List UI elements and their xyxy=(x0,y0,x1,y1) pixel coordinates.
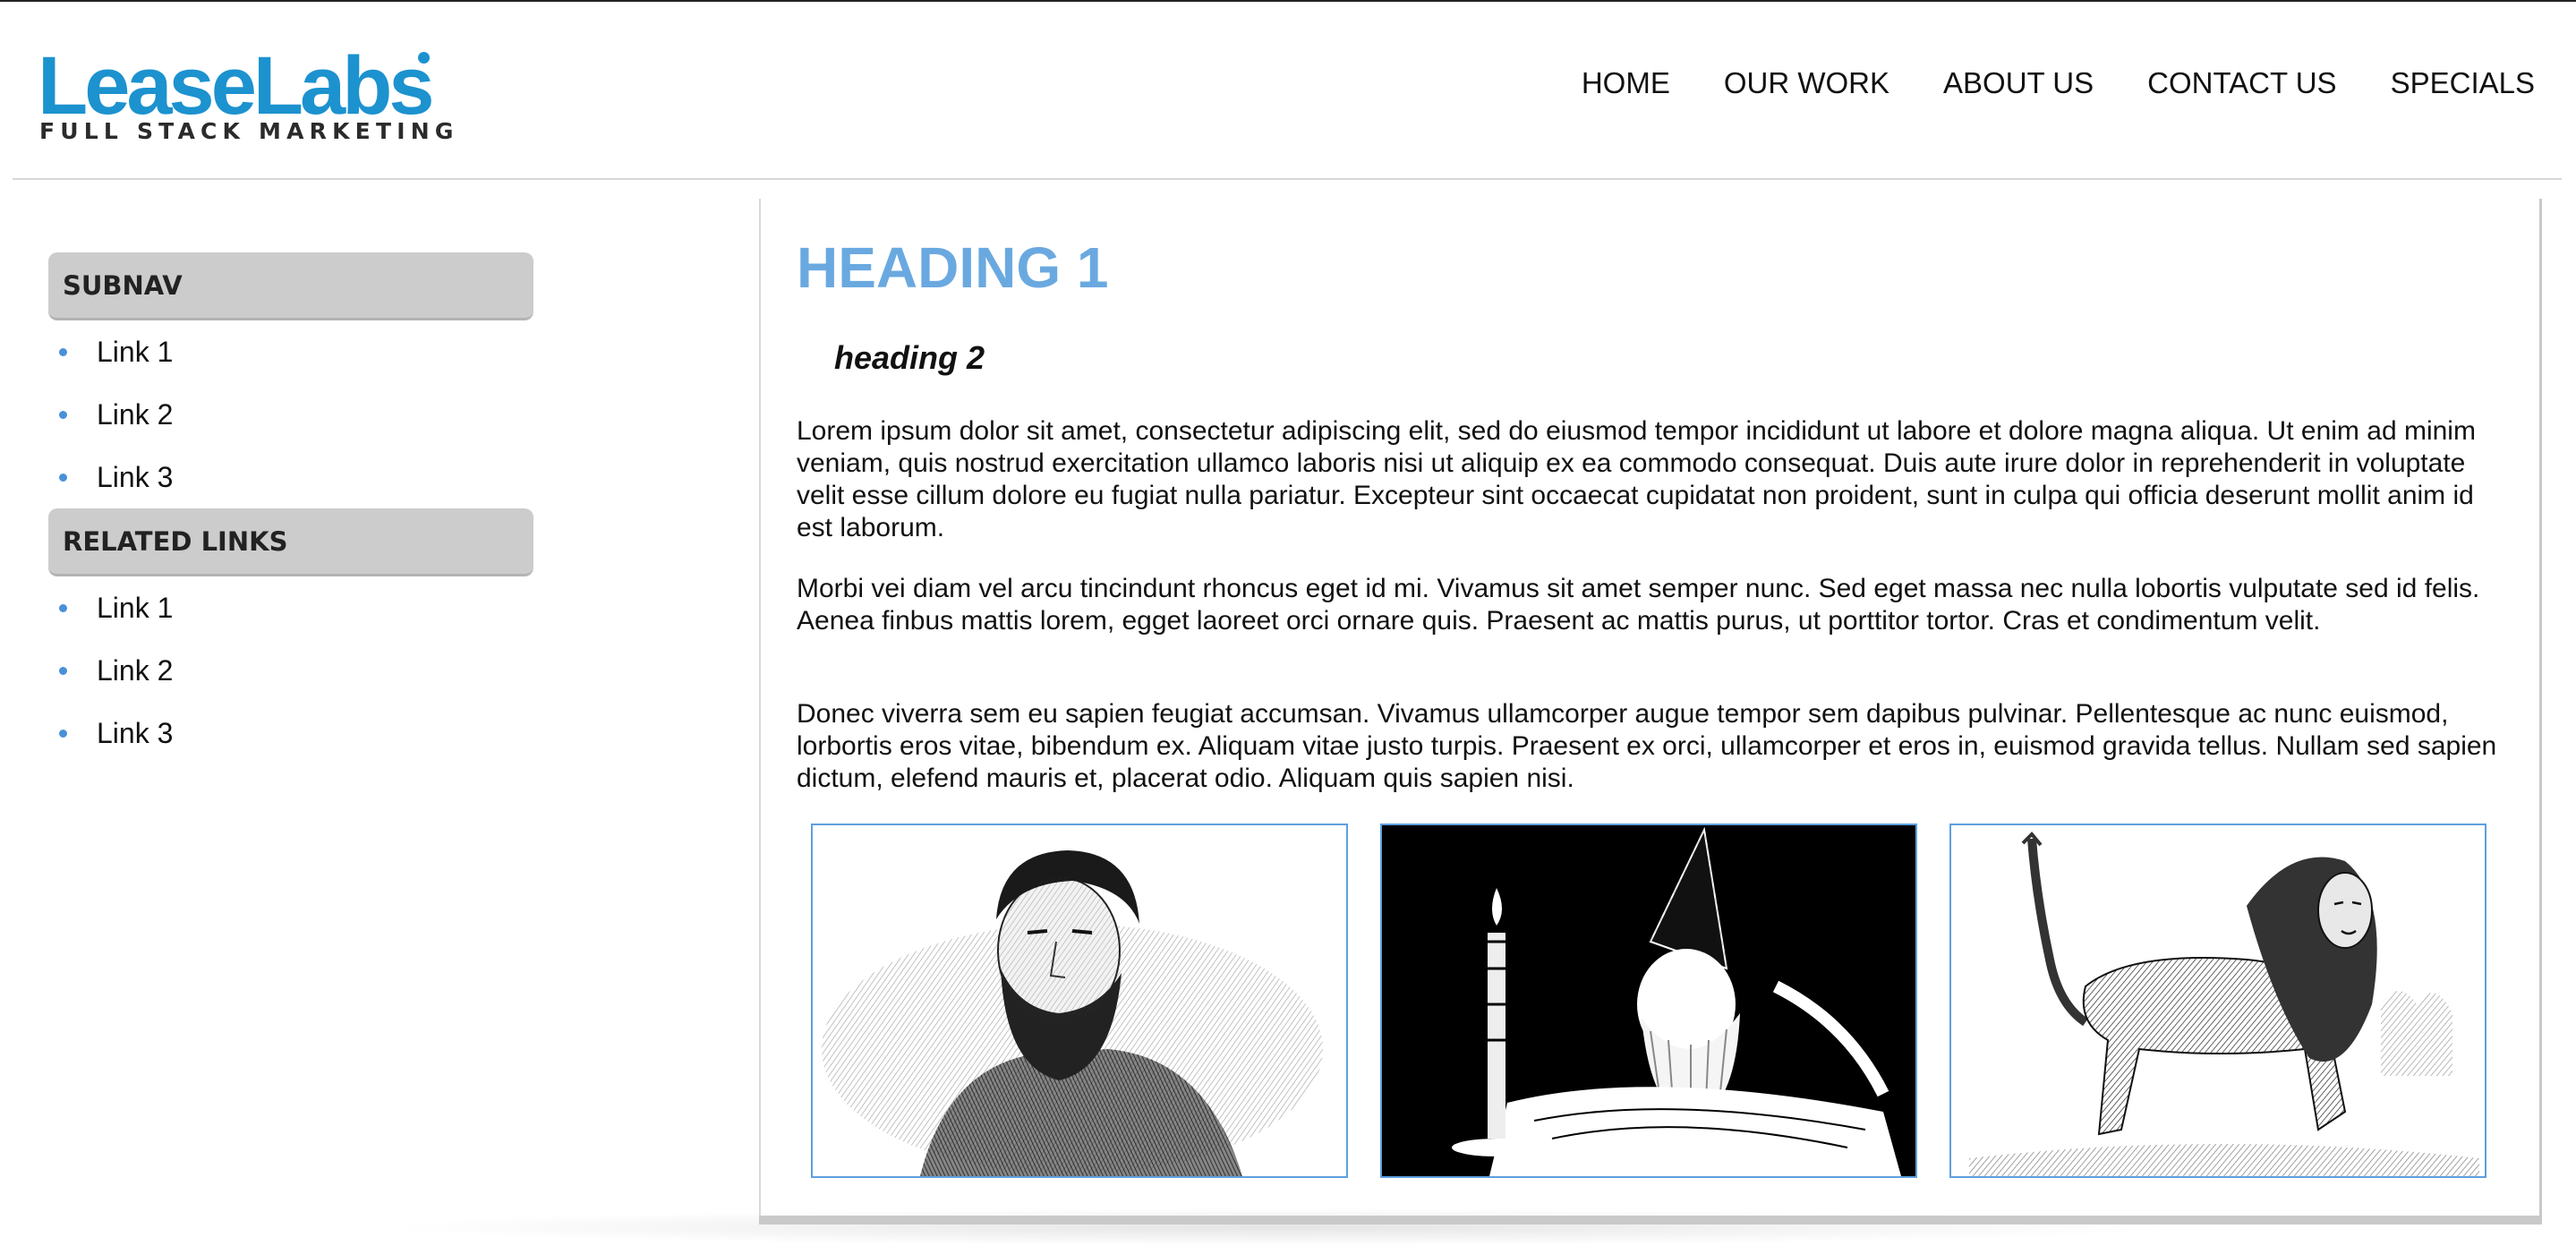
link-label: Link 2 xyxy=(97,397,174,431)
link-label: Link 2 xyxy=(97,653,174,687)
image-gallery xyxy=(811,824,2494,1180)
link-label: Link 1 xyxy=(97,335,174,368)
bullet-icon xyxy=(59,473,67,482)
related-link-2[interactable]: Link 2 xyxy=(48,639,533,702)
heading-2: heading 2 xyxy=(834,339,985,376)
portrait-engraving-image[interactable] xyxy=(811,824,1348,1178)
portrait-engraving-icon xyxy=(813,825,1346,1176)
link-label: Link 3 xyxy=(97,716,174,749)
nav-contact-us[interactable]: CONTACT US xyxy=(2147,66,2336,100)
content-bottom-border xyxy=(759,1216,2542,1225)
nav-our-work[interactable]: OUR WORK xyxy=(1724,66,1889,100)
related-link-3[interactable]: Link 3 xyxy=(48,702,533,764)
logo-tagline: FULL STACK MARKETING xyxy=(39,118,459,144)
paragraph-3: Donec viverra sem eu sapien feugiat accu… xyxy=(797,699,2497,793)
sidebar: SUBNAV Link 1 Link 2 Link 3 RELATED LINK… xyxy=(48,252,533,764)
main-content: HEADING 1 heading 2 Lorem ipsum dolor si… xyxy=(759,199,2542,1219)
bullet-icon xyxy=(59,347,67,356)
logo-wordmark: LeaseLabs xyxy=(38,40,435,132)
related-links-list: Link 1 Link 2 Link 3 xyxy=(48,576,533,764)
manticore-engraving-image[interactable] xyxy=(1949,824,2486,1178)
related-link-1[interactable]: Link 1 xyxy=(48,576,533,639)
window-top-border xyxy=(0,0,2576,2)
bullet-icon xyxy=(59,666,67,675)
main-nav: HOME OUR WORK ABOUT US CONTACT US SPECIA… xyxy=(1528,66,2535,100)
wizard-illustration-image[interactable] xyxy=(1380,824,1917,1178)
bullet-icon xyxy=(59,410,67,419)
subnav-link-3[interactable]: Link 3 xyxy=(48,446,533,508)
nav-home[interactable]: HOME xyxy=(1582,66,1670,100)
wizard-illustration-icon xyxy=(1382,825,1915,1176)
heading-1: HEADING 1 xyxy=(797,235,1109,300)
nav-specials[interactable]: SPECIALS xyxy=(2391,66,2535,100)
paragraph-2: Morbi vei diam vel arcu tincindunt rhonc… xyxy=(797,574,2480,636)
link-label: Link 1 xyxy=(97,591,174,624)
subnav-link-1[interactable]: Link 1 xyxy=(48,320,533,383)
subnav-list: Link 1 Link 2 Link 3 xyxy=(48,320,533,508)
subnav-link-2[interactable]: Link 2 xyxy=(48,383,533,446)
registered-mark-icon xyxy=(418,52,430,64)
nav-about-us[interactable]: ABOUT US xyxy=(1943,66,2094,100)
link-label: Link 3 xyxy=(97,460,174,493)
related-links-heading: RELATED LINKS xyxy=(48,508,533,576)
header-divider xyxy=(13,178,2562,180)
bullet-icon xyxy=(59,603,67,612)
manticore-engraving-icon xyxy=(1951,825,2485,1176)
bullet-icon xyxy=(59,729,67,738)
subnav-heading: SUBNAV xyxy=(48,252,533,320)
leaselabs-logo[interactable]: LeaseLabs FULL STACK MARKETING xyxy=(38,41,453,149)
paragraph-1: Lorem ipsum dolor sit amet, consectetur … xyxy=(797,416,2476,542)
